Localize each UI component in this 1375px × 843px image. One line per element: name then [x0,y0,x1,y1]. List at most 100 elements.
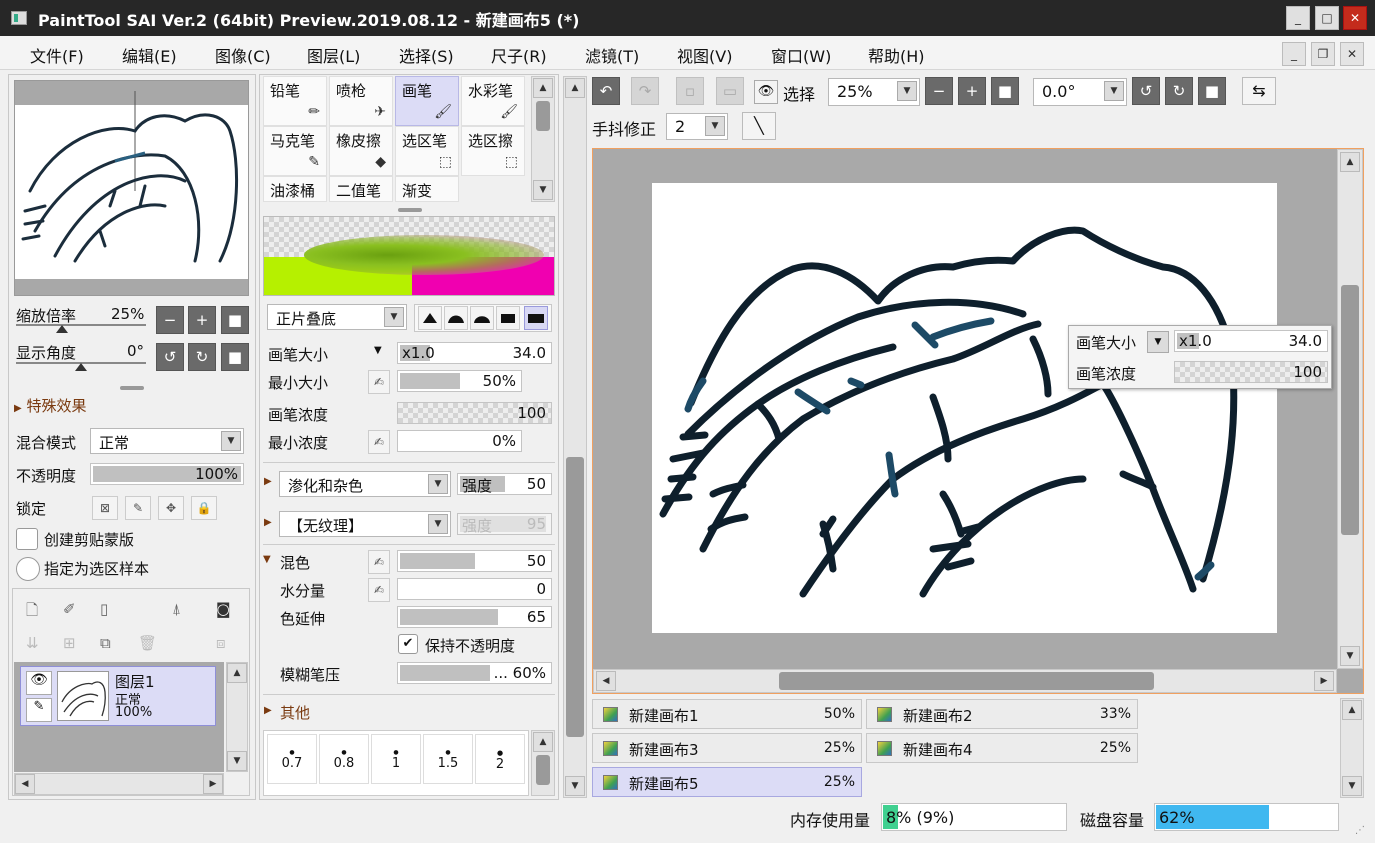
canvas-hscrollbar[interactable]: ◀ ▶ [593,669,1337,693]
expand-arrow-icon[interactable]: ▶ [264,517,272,528]
scroll-down-button[interactable]: ▼ [1342,776,1362,796]
brush-shape-5[interactable] [524,306,548,330]
canvas-tab-5[interactable]: 新建画布5 25% [592,767,862,797]
flip-horizontal-button[interactable]: ⇆ [1242,77,1276,105]
canvas-viewport[interactable]: ▲ ▼ ◀ ▶ [592,148,1364,694]
lock-paint-icon[interactable]: ✎ [125,496,151,520]
dot-size-option[interactable]: ● 1 [371,734,421,784]
canvas-tab-1[interactable]: 新建画布1 50% [592,699,862,729]
panel-splitter[interactable] [120,386,144,390]
texture-select[interactable]: 【无纹理】 ▼ [279,511,451,537]
menu-file[interactable]: 文件(F) [30,43,84,67]
selection-sample-radio[interactable] [16,557,40,581]
texture-strength-slider[interactable]: 强度 95 [457,513,552,535]
brush-mode-select[interactable]: 正片叠底 ▼ [267,304,407,330]
scroll-left-button[interactable]: ◀ [596,671,616,691]
popup-density-slider[interactable]: 100 [1174,361,1328,383]
zoom-select[interactable]: 25% ▼ [828,78,920,106]
canvas-tab-4[interactable]: 新建画布4 25% [866,733,1138,763]
tool-binary-pen[interactable]: 二值笔 [329,176,393,202]
new-folder-icon[interactable]: ▯ [100,600,108,618]
menu-window[interactable]: 窗口(W) [771,43,831,67]
color-mix-preview[interactable] [263,216,555,296]
rotate-right-button[interactable]: ↻ [1165,77,1193,105]
stretch-slider[interactable]: 65 [397,606,552,628]
undo-button[interactable]: ↶ [592,77,620,105]
menu-image[interactable]: 图像(C) [215,43,271,67]
pressure-icon[interactable]: ✍ [368,550,390,574]
scroll-up-button[interactable]: ▲ [565,78,585,98]
redo-button[interactable]: ↷ [631,77,659,105]
new-layer-icon[interactable]: 🗋 [26,600,38,625]
rotate-left-button[interactable]: ↺ [156,343,184,371]
tool-watercolor[interactable]: 水彩笔 🖌 [461,76,525,126]
noise-strength-slider[interactable]: 强度 50 [457,473,552,495]
dot-size-option[interactable]: ● 0.7 [267,734,317,784]
dot-grid-scrollbar[interactable]: ▲ [531,730,555,796]
water-slider[interactable]: 0 [397,578,552,600]
rotate-reset-button[interactable]: ■ [221,343,249,371]
scroll-thumb[interactable] [1341,285,1359,535]
scroll-right-button[interactable]: ▶ [1314,671,1334,691]
keep-opacity-checkbox[interactable]: ✔ [398,634,418,654]
blur-pressure-slider[interactable]: ... 60% [397,662,552,684]
scroll-up-button[interactable]: ▲ [1342,700,1362,720]
close-button[interactable]: ✕ [1343,6,1367,30]
tool-panel-scrollbar[interactable]: ▲ ▼ [563,76,587,798]
scroll-up-button[interactable]: ▲ [533,78,553,98]
zoom-out-button[interactable]: − [925,77,953,105]
zoom-slider-handle[interactable] [56,325,68,333]
clip-mask-checkbox[interactable] [16,528,38,550]
scroll-up-button[interactable]: ▲ [227,663,247,683]
scroll-up-button[interactable]: ▲ [1340,152,1360,172]
dot-size-option[interactable]: ● 0.8 [319,734,369,784]
dot-size-option[interactable]: ● 2 [475,734,525,784]
tool-grid-scrollbar[interactable]: ▲ ▼ [531,76,555,202]
menu-edit[interactable]: 编辑(E) [122,43,177,67]
doc-close-button[interactable]: ✕ [1340,42,1364,66]
menu-ruler[interactable]: 尺子(R) [491,43,547,67]
copy-layer-icon[interactable]: ⧉ [100,634,111,652]
pressure-icon[interactable]: ✍ [368,370,390,394]
delete-layer-icon[interactable]: 🗑 [138,634,157,652]
new-vector-layer-icon[interactable]: ✐ [63,600,76,618]
scroll-thumb[interactable] [536,755,550,785]
tool-brush[interactable]: 画笔 🖌 [395,76,459,126]
canvas-tab-2[interactable]: 新建画布2 33% [866,699,1138,729]
opacity-slider[interactable]: 100% [90,463,244,485]
menu-help[interactable]: 帮助(H) [868,43,925,67]
scroll-right-button[interactable]: ▶ [203,774,223,794]
minimize-button[interactable]: _ [1286,6,1310,30]
zoom-reset-button[interactable]: ■ [221,306,249,334]
resize-grip-icon[interactable]: ⋰ [1355,825,1369,839]
tool-pencil[interactable]: 铅笔 ✏ [263,76,327,126]
scroll-thumb[interactable] [536,101,550,131]
menu-select[interactable]: 选择(S) [399,43,454,67]
scroll-up-button[interactable]: ▲ [533,732,553,752]
expand-arrow-icon[interactable]: ▶ [264,476,272,487]
scroll-down-button[interactable]: ▼ [565,776,585,796]
mix-slider[interactable]: 50 [397,550,552,572]
eye-icon[interactable]: 👁 [26,671,52,695]
zoom-reset-button[interactable]: ■ [991,77,1019,105]
tool-select-pen[interactable]: 选区笔 ⬚ [395,126,459,176]
scroll-down-button[interactable]: ▼ [227,751,247,771]
maximize-button[interactable]: □ [1315,6,1339,30]
new-ruler-icon[interactable]: ⍋ [172,600,181,618]
zoom-slider[interactable] [16,324,146,326]
expand-arrow-icon[interactable]: ▶ [264,705,272,716]
collapse-arrow-icon[interactable]: ▼ [263,554,271,565]
scroll-left-button[interactable]: ◀ [15,774,35,794]
brush-density-slider[interactable]: 100 [397,402,552,424]
layer-row[interactable]: 👁 ✎ 图层1 正常 100% [20,666,216,726]
scroll-thumb[interactable] [779,672,1154,690]
rotate-reset-button[interactable]: ■ [1198,77,1226,105]
deselect-button[interactable]: ▫ [676,77,704,105]
popup-size-slider[interactable]: x1.0 34.0 [1174,330,1328,352]
zoom-in-button[interactable]: + [958,77,986,105]
eye-icon[interactable]: 👁 [754,80,778,104]
tabs-scrollbar[interactable]: ▲ ▼ [1340,698,1364,798]
brush-shape-4[interactable] [496,306,520,330]
chevron-down-icon[interactable]: ▼ [1147,331,1169,353]
doc-restore-button[interactable]: ❐ [1311,42,1335,66]
